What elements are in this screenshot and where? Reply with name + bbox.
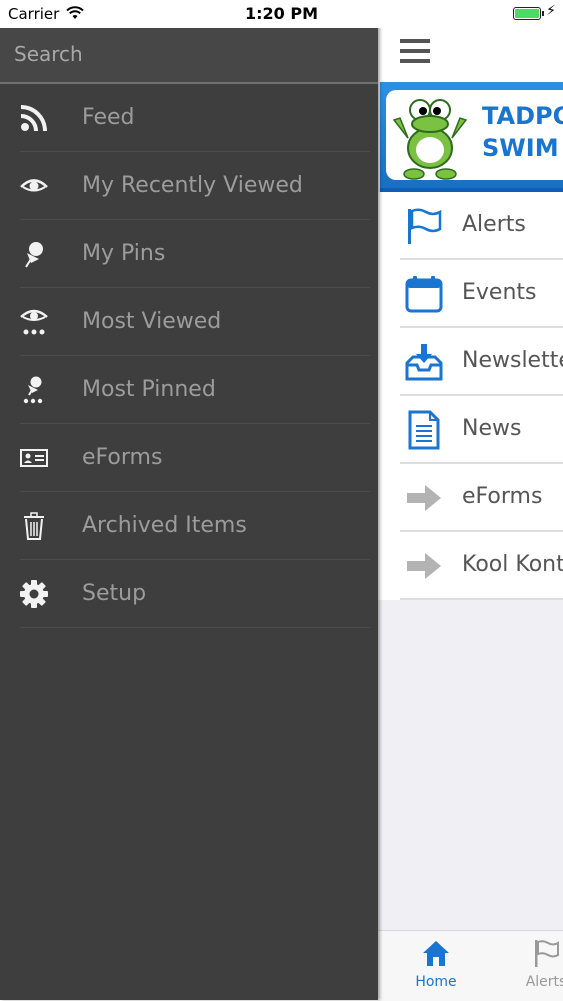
list-item-news[interactable]: News xyxy=(378,396,563,464)
divider xyxy=(20,627,370,628)
flag-icon xyxy=(404,206,444,246)
drawer-item-most-pinned[interactable]: Most Pinned xyxy=(0,356,378,424)
drawer-item-eforms[interactable]: eForms xyxy=(0,424,378,492)
drawer-item-label: My Pins xyxy=(82,241,166,266)
arrow-right-icon xyxy=(404,478,444,518)
trash-icon xyxy=(18,492,50,560)
drawer-item-label: eForms xyxy=(82,445,163,470)
list-item-label: Events xyxy=(462,280,537,305)
tab-label: Alerts xyxy=(525,974,563,990)
eye-dots-icon xyxy=(18,288,50,356)
list-item-alerts[interactable]: Alerts xyxy=(378,192,563,260)
main-content: TADPO SWIM S Alerts Events xyxy=(378,26,563,1001)
drawer-item-label: Feed xyxy=(82,105,135,130)
drawer-item-label: Setup xyxy=(82,581,147,606)
list-item-newsletters[interactable]: Newslette xyxy=(378,328,563,396)
eye-icon xyxy=(18,152,50,220)
frog-logo-icon xyxy=(392,99,468,180)
drawer-item-my-recently-viewed[interactable]: My Recently Viewed xyxy=(0,152,378,220)
list-item-eforms[interactable]: eForms xyxy=(378,464,563,532)
status-time: 1:20 PM xyxy=(244,4,318,23)
search-bar xyxy=(0,26,378,84)
home-list: Alerts Events Newslette News eForms Kool… xyxy=(378,192,563,600)
gear-icon xyxy=(18,560,50,628)
list-item-label: Newslette xyxy=(462,348,563,373)
drawer-item-most-viewed[interactable]: Most Viewed xyxy=(0,288,378,356)
flag-icon xyxy=(506,939,563,969)
list-item-label: Kool Kont xyxy=(462,552,563,577)
rss-feed-icon xyxy=(18,84,50,152)
id-card-icon xyxy=(18,424,50,492)
document-icon xyxy=(404,410,444,450)
calendar-icon xyxy=(404,274,444,314)
top-bar xyxy=(378,26,563,82)
pin-dots-icon xyxy=(18,356,50,424)
drawer-item-archived-items[interactable]: Archived Items xyxy=(0,492,378,560)
drawer-item-label: Archived Items xyxy=(82,513,247,538)
drawer-item-label: Most Pinned xyxy=(82,377,216,402)
tab-home[interactable]: Home xyxy=(396,931,476,1001)
banner-title: TADPO SWIM S xyxy=(482,102,563,162)
list-item-label: Alerts xyxy=(462,212,526,237)
status-bar: Carrier 1:20 PM ⚡ xyxy=(0,0,563,28)
search-input[interactable] xyxy=(0,26,378,82)
drawer-menu: Feed My Recently Viewed My Pins Most Vie… xyxy=(0,84,378,628)
drawer-item-label: Most Viewed xyxy=(82,309,222,334)
list-item-label: News xyxy=(462,416,522,441)
list-item-events[interactable]: Events xyxy=(378,260,563,328)
side-drawer: Feed My Recently Viewed xyxy=(0,26,378,1000)
tab-bar: Home Alerts xyxy=(378,930,563,1001)
download-tray-icon xyxy=(404,342,444,382)
drawer-item-my-pins[interactable]: My Pins xyxy=(0,220,378,288)
home-icon xyxy=(396,939,476,969)
hamburger-icon[interactable] xyxy=(400,39,430,65)
drawer-item-label: My Recently Viewed xyxy=(82,173,303,198)
list-item-label: eForms xyxy=(462,484,543,509)
tab-label: Home xyxy=(415,974,457,990)
drawer-item-setup[interactable]: Setup xyxy=(0,560,378,628)
list-item-kool-kontacts[interactable]: Kool Kont xyxy=(378,532,563,600)
battery-full-icon xyxy=(513,7,544,20)
divider xyxy=(400,598,563,600)
banner-image: TADPO SWIM S xyxy=(380,82,563,192)
arrow-right-icon xyxy=(404,546,444,586)
pin-icon xyxy=(18,220,50,288)
tab-alerts[interactable]: Alerts xyxy=(506,931,563,1001)
drawer-item-feed[interactable]: Feed xyxy=(0,84,378,152)
charging-bolt-icon: ⚡ xyxy=(546,3,556,19)
